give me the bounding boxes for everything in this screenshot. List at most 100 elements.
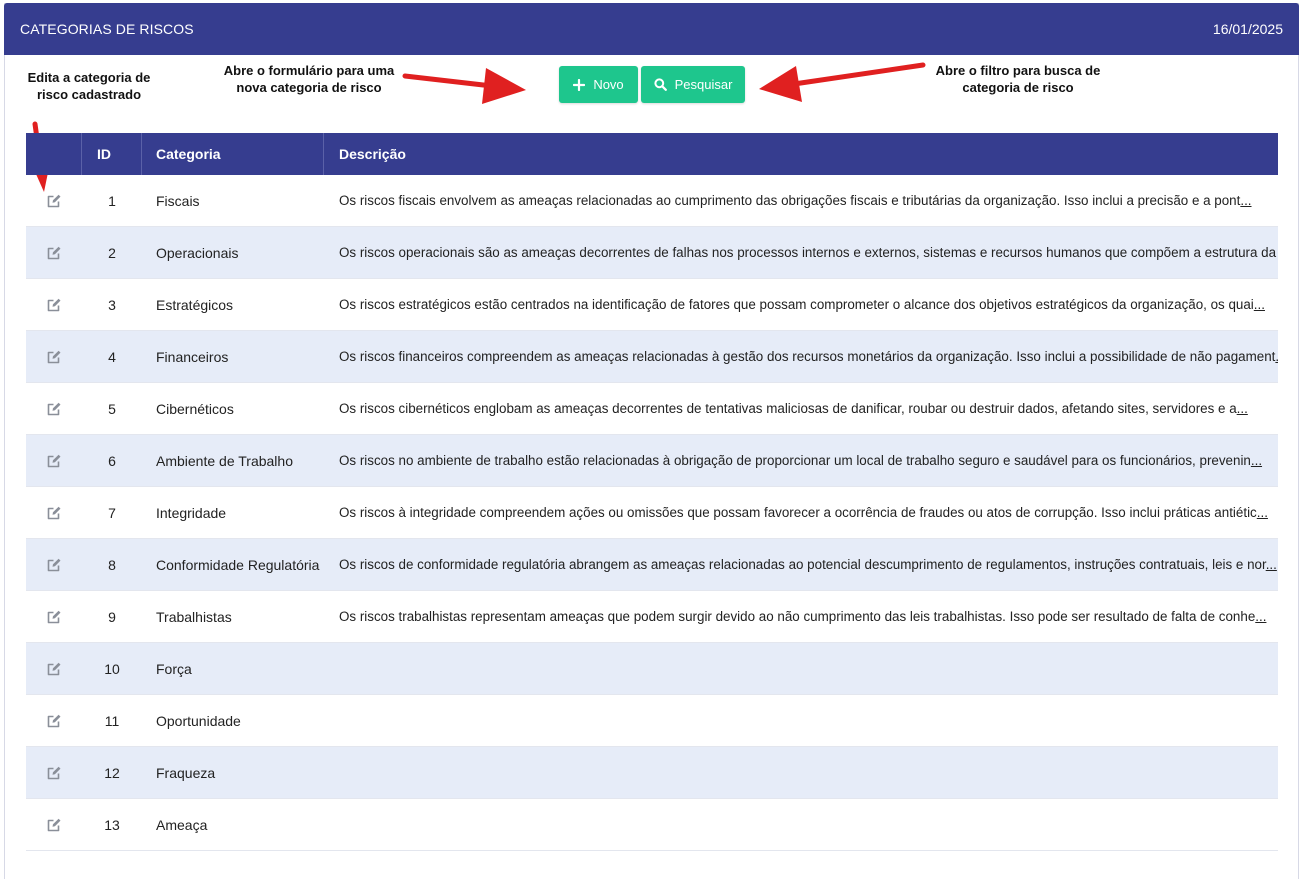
header-descricao: Descrição xyxy=(339,146,406,162)
row-descricao-more-link[interactable]: ... xyxy=(1254,297,1265,312)
edit-icon[interactable] xyxy=(46,713,62,729)
table-row: 5 Cibernéticos Os riscos cibernéticos engl… xyxy=(26,383,1278,435)
table-row: 3 Estratégicos Os riscos estratégicos estã… xyxy=(26,279,1278,331)
row-descricao: Os riscos trabalhistas representam ameaç… xyxy=(324,609,1278,624)
table-row: 9 Trabalhistas Os riscos trabalhistas repr… xyxy=(26,591,1278,643)
row-id: 13 xyxy=(104,816,120,833)
row-descricao-more-link[interactable]: ... xyxy=(1251,453,1262,468)
edit-cell xyxy=(26,453,82,469)
edit-icon[interactable] xyxy=(46,349,62,365)
row-categoria: Operacionais xyxy=(156,244,239,261)
row-descricao-text: Os riscos fiscais envolvem as ameaças re… xyxy=(339,193,1241,208)
table-row: 10 Força xyxy=(26,643,1278,695)
row-id: 9 xyxy=(108,608,116,625)
row-id: 4 xyxy=(108,348,116,365)
novo-button[interactable]: Novo xyxy=(559,66,638,103)
header-id: ID xyxy=(82,133,142,175)
edit-icon[interactable] xyxy=(46,505,62,521)
table-row: 12 Fraqueza xyxy=(26,747,1278,799)
row-descricao-text: Os riscos à integridade compreendem açõe… xyxy=(339,505,1257,520)
row-descricao: Os riscos no ambiente de trabalho estão … xyxy=(324,453,1278,468)
row-id: 8 xyxy=(108,556,116,573)
row-descricao-text: Os riscos de conformidade regulatória ab… xyxy=(339,557,1266,572)
row-id: 10 xyxy=(104,660,120,677)
row-categoria: Ambiente de Trabalho xyxy=(156,452,293,469)
table-row: 7 Integridade Os riscos à integridade comp… xyxy=(26,487,1278,539)
row-id: 11 xyxy=(104,712,120,729)
row-descricao: Os riscos fiscais envolvem as ameaças re… xyxy=(324,193,1278,208)
row-descricao: Os riscos de conformidade regulatória ab… xyxy=(324,557,1278,572)
row-categoria: Fraqueza xyxy=(156,764,216,781)
edit-cell xyxy=(26,817,82,833)
row-descricao-more-link[interactable]: ... xyxy=(1257,505,1268,520)
row-categoria: Financeiros xyxy=(156,348,229,365)
row-id: 1 xyxy=(108,192,116,209)
page-title: CATEGORIAS DE RISCOS xyxy=(20,21,194,37)
row-categoria: Conformidade Regulatória xyxy=(156,556,320,573)
edit-cell xyxy=(26,297,82,313)
row-descricao-text: Os riscos no ambiente de trabalho estão … xyxy=(339,453,1251,468)
row-descricao: Os riscos operacionais são as ameaças de… xyxy=(324,245,1278,260)
edit-cell xyxy=(26,245,82,261)
edit-icon[interactable] xyxy=(46,609,62,625)
row-categoria: Trabalhistas xyxy=(156,608,232,625)
row-id: 3 xyxy=(108,296,116,313)
row-descricao: Os riscos cibernéticos englobam as ameaç… xyxy=(324,401,1278,416)
row-descricao-more-link[interactable]: ... xyxy=(1275,349,1278,364)
table-row: 11 Oportunidade xyxy=(26,695,1278,747)
edit-icon[interactable] xyxy=(46,453,62,469)
table-row: 1 Fiscais Os riscos fiscais envolvem as am… xyxy=(26,175,1278,227)
edit-cell xyxy=(26,505,82,521)
row-descricao: Os riscos financeiros compreendem as ame… xyxy=(324,349,1278,364)
row-id: 2 xyxy=(108,244,116,261)
page-header: CATEGORIAS DE RISCOS 16/01/2025 xyxy=(4,3,1299,55)
edit-icon[interactable] xyxy=(46,661,62,677)
row-descricao-more-link[interactable]: ... xyxy=(1255,609,1266,624)
edit-cell xyxy=(26,765,82,781)
row-categoria: Força xyxy=(156,660,192,677)
row-descricao-more-link[interactable]: ... xyxy=(1237,401,1248,416)
edit-cell xyxy=(26,193,82,209)
annotation-edit: Edita a categoria de risco cadastrado xyxy=(27,70,151,102)
categories-table: ID Categoria Descrição 1 Fiscais Os riscos… xyxy=(26,133,1278,851)
plus-icon xyxy=(573,78,586,91)
edit-icon[interactable] xyxy=(46,401,62,417)
row-descricao-text: Os riscos cibernéticos englobam as ameaç… xyxy=(339,401,1237,416)
row-descricao-text: Os riscos trabalhistas representam ameaç… xyxy=(339,609,1256,624)
edit-icon[interactable] xyxy=(46,765,62,781)
row-descricao-text: Os riscos financeiros compreendem as ame… xyxy=(339,349,1276,364)
annotation-novo: Abre o formulário para uma nova categori… xyxy=(223,63,395,95)
edit-cell xyxy=(26,557,82,573)
row-categoria: Ameaça xyxy=(156,816,208,833)
row-id: 5 xyxy=(108,400,116,417)
table-row: 6 Ambiente de Trabalho Os riscos no ambien… xyxy=(26,435,1278,487)
pesquisar-button-label: Pesquisar xyxy=(674,77,733,92)
novo-button-label: Novo xyxy=(593,77,624,92)
table-row: 4 Financeiros Os riscos financeiros compre… xyxy=(26,331,1278,383)
table-row: 2 Operacionais Os riscos operacionais são … xyxy=(26,227,1278,279)
edit-icon[interactable] xyxy=(46,297,62,313)
edit-icon[interactable] xyxy=(46,193,62,209)
annotation-pesquisar: Abre o filtro para busca de categoria de… xyxy=(935,63,1101,95)
row-descricao: Os riscos à integridade compreendem açõe… xyxy=(324,505,1278,520)
row-descricao-text: Os riscos estratégicos estão centrados n… xyxy=(339,297,1254,312)
edit-icon[interactable] xyxy=(46,817,62,833)
search-icon xyxy=(653,78,667,91)
row-descricao-more-link[interactable]: ... xyxy=(1240,193,1251,208)
edit-icon[interactable] xyxy=(46,557,62,573)
row-descricao: Os riscos estratégicos estão centrados n… xyxy=(324,297,1278,312)
edit-cell xyxy=(26,609,82,625)
edit-icon[interactable] xyxy=(46,245,62,261)
table-row: 13 Ameaça xyxy=(26,799,1278,851)
row-categoria: Fiscais xyxy=(156,192,200,209)
row-categoria: Cibernéticos xyxy=(156,400,234,417)
table-body: 1 Fiscais Os riscos fiscais envolvem as am… xyxy=(26,175,1278,851)
row-id: 12 xyxy=(104,764,120,781)
row-categoria: Oportunidade xyxy=(156,712,241,729)
row-descricao-text: Os riscos operacionais são as ameaças de… xyxy=(339,245,1278,260)
pesquisar-button[interactable]: Pesquisar xyxy=(641,66,745,103)
edit-cell xyxy=(26,401,82,417)
row-categoria: Integridade xyxy=(156,504,227,521)
edit-cell xyxy=(26,661,82,677)
row-descricao-more-link[interactable]: ... xyxy=(1266,557,1277,572)
